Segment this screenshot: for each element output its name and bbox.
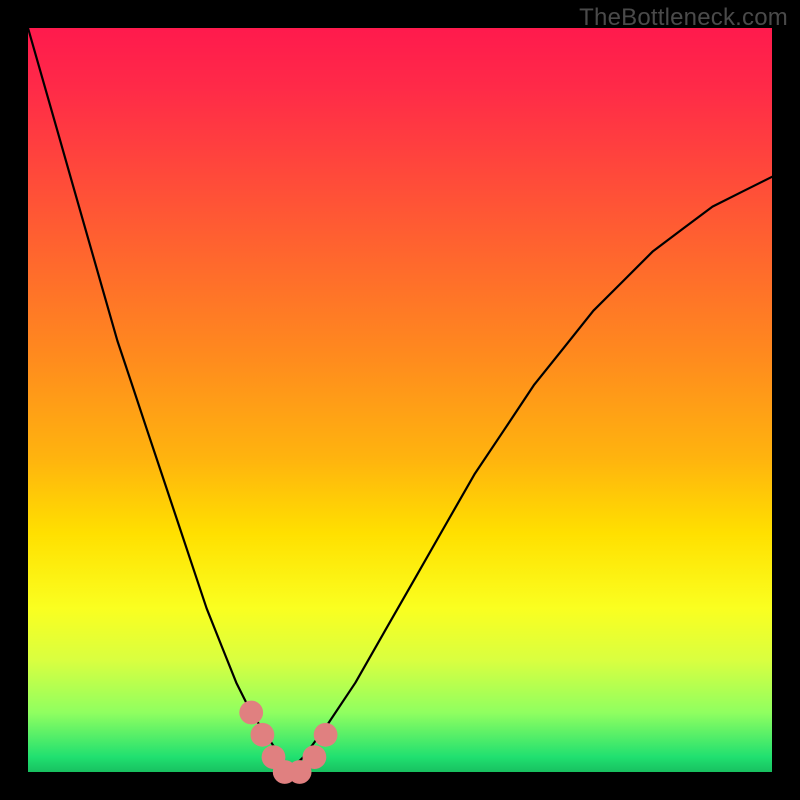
chart-frame: TheBottleneck.com <box>0 0 800 800</box>
chart-marker <box>314 723 338 747</box>
bottleneck-curve <box>28 28 772 772</box>
watermark-text: TheBottleneck.com <box>579 4 788 32</box>
chart-marker <box>251 723 275 747</box>
chart-svg <box>28 28 772 772</box>
chart-marker <box>239 701 263 725</box>
chart-marker <box>303 745 327 769</box>
chart-markers <box>239 701 337 784</box>
chart-plot-area <box>28 28 772 772</box>
